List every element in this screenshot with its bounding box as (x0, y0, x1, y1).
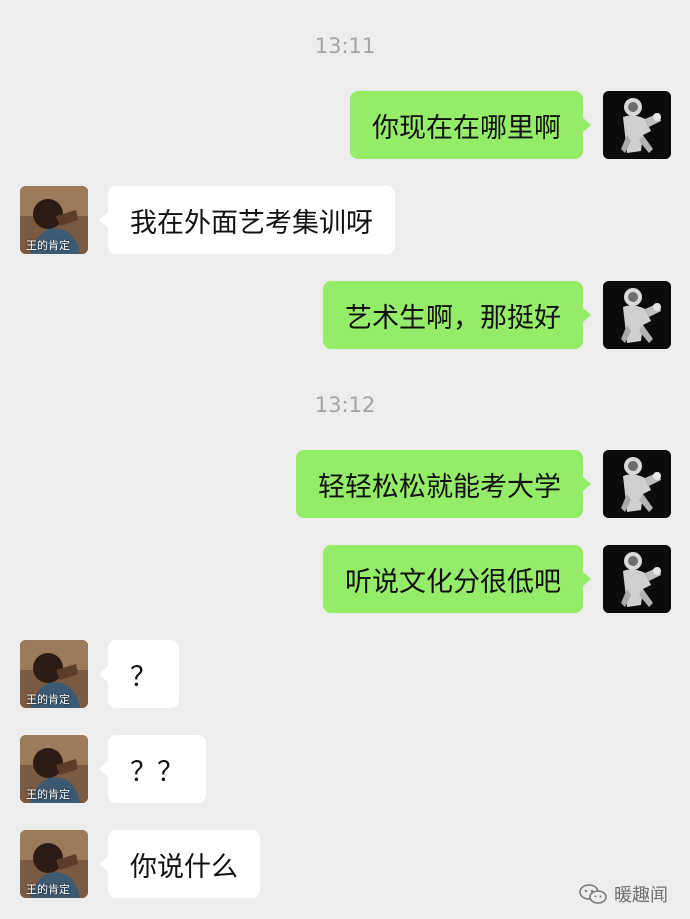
message-bubble-sent[interactable]: 听说文化分很低吧 (323, 545, 583, 613)
message-row: 你现在在哪里啊 (0, 91, 690, 159)
timestamp: 13:11 (314, 34, 376, 58)
message-row: 王的肯定 ？？ (0, 735, 690, 803)
message-row: 王的肯定 我在外面艺考集训呀 (0, 186, 690, 254)
avatar-caption: 王的肯定 (26, 693, 70, 706)
bubble-tail (582, 117, 591, 133)
astronaut-icon (603, 450, 671, 518)
bubble-tail (582, 571, 591, 587)
contact-avatar[interactable]: 王的肯定 (20, 640, 88, 708)
my-avatar[interactable] (603, 450, 671, 518)
message-row: 听说文化分很低吧 (0, 545, 690, 613)
bubble-tail (99, 761, 108, 777)
message-bubble-received[interactable]: ？？ (108, 735, 206, 803)
bubble-tail (99, 856, 108, 872)
my-avatar[interactable] (603, 91, 671, 159)
my-avatar[interactable] (603, 545, 671, 613)
contact-avatar[interactable]: 王的肯定 (20, 735, 88, 803)
astronaut-icon (603, 545, 671, 613)
message-bubble-sent[interactable]: 艺术生啊，那挺好 (323, 281, 583, 349)
bubble-tail (99, 666, 108, 682)
my-avatar[interactable] (603, 281, 671, 349)
watermark: 暖趣闻 (578, 881, 668, 907)
avatar-caption: 王的肯定 (26, 239, 70, 252)
wechat-channel-icon (579, 884, 607, 904)
bubble-tail (99, 212, 108, 228)
watermark-label: 暖趣闻 (614, 885, 668, 906)
avatar-caption: 王的肯定 (26, 883, 70, 896)
message-row: 艺术生啊，那挺好 (0, 281, 690, 349)
bubble-tail (582, 307, 591, 323)
message-bubble-received[interactable]: 我在外面艺考集训呀 (108, 186, 395, 254)
message-row: 轻轻松松就能考大学 (0, 450, 690, 518)
message-bubble-received[interactable]: 你说什么 (108, 830, 260, 898)
message-bubble-received[interactable]: ？ (108, 640, 179, 708)
contact-avatar[interactable]: 王的肯定 (20, 830, 88, 898)
message-bubble-sent[interactable]: 轻轻松松就能考大学 (296, 450, 583, 518)
contact-avatar[interactable]: 王的肯定 (20, 186, 88, 254)
astronaut-icon (603, 281, 671, 349)
message-bubble-sent[interactable]: 你现在在哪里啊 (350, 91, 583, 159)
timestamp: 13:12 (314, 393, 376, 417)
chat-view[interactable]: 13:11 你现在在哪里啊 王的肯定 我在外面艺考集训呀 艺术生啊，那挺好 13… (0, 0, 690, 919)
message-row: 王的肯定 ？ (0, 640, 690, 708)
astronaut-icon (603, 91, 671, 159)
bubble-tail (582, 476, 591, 492)
avatar-caption: 王的肯定 (26, 788, 70, 801)
